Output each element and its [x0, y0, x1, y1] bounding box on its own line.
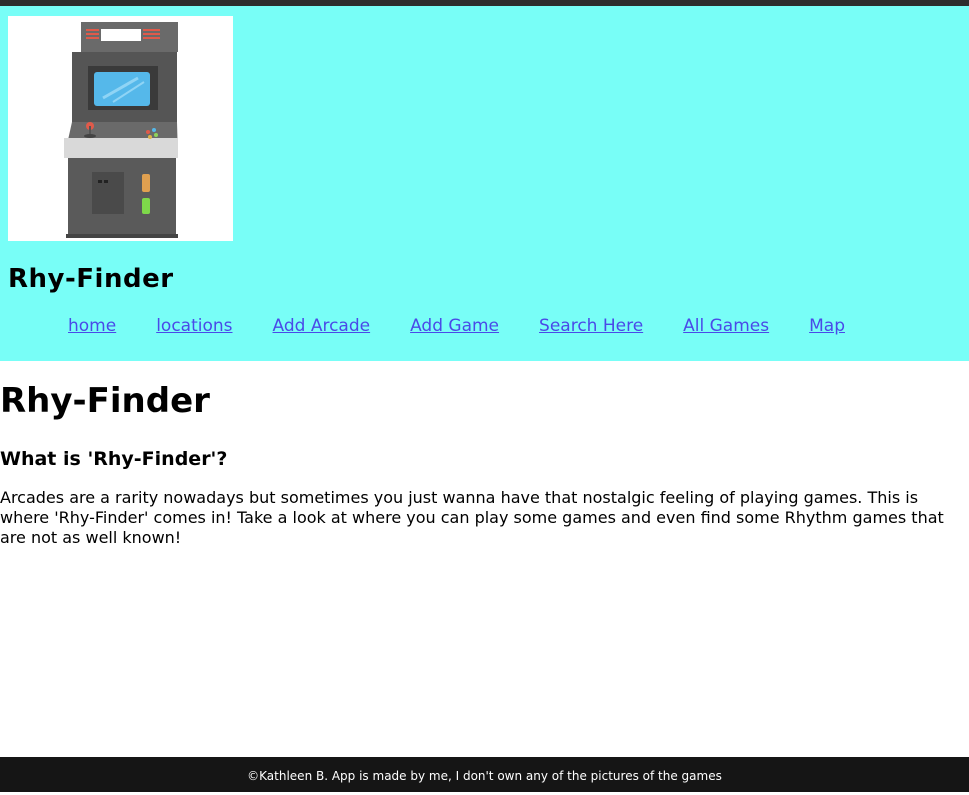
intro-paragraph: Arcades are a rarity nowadays but someti…	[0, 488, 944, 547]
nav-map-link[interactable]: Map	[809, 316, 845, 336]
site-title: Rhy-Finder	[8, 264, 174, 294]
page-subtitle: What is 'Rhy-Finder'?	[0, 448, 228, 470]
site-footer: ©Kathleen B. App is made by me, I don't …	[0, 757, 969, 792]
nav-add-arcade-link[interactable]: Add Arcade	[273, 316, 371, 336]
site-header: Rhy-Finder home locations Add Arcade Add…	[0, 6, 969, 361]
main-content: Rhy-Finder What is 'Rhy-Finder'? Arcades…	[0, 378, 960, 548]
arcade-cabinet-icon	[8, 16, 233, 241]
nav-all-games-link[interactable]: All Games	[683, 316, 769, 336]
nav-locations-link[interactable]: locations	[156, 316, 232, 336]
nav-search-link[interactable]: Search Here	[539, 316, 643, 336]
page-title: Rhy-Finder	[0, 381, 210, 421]
footer-text: ©Kathleen B. App is made by me, I don't …	[247, 769, 722, 783]
main-nav: home locations Add Arcade Add Game Searc…	[68, 316, 845, 336]
nav-add-game-link[interactable]: Add Game	[410, 316, 499, 336]
nav-home-link[interactable]: home	[68, 316, 116, 336]
